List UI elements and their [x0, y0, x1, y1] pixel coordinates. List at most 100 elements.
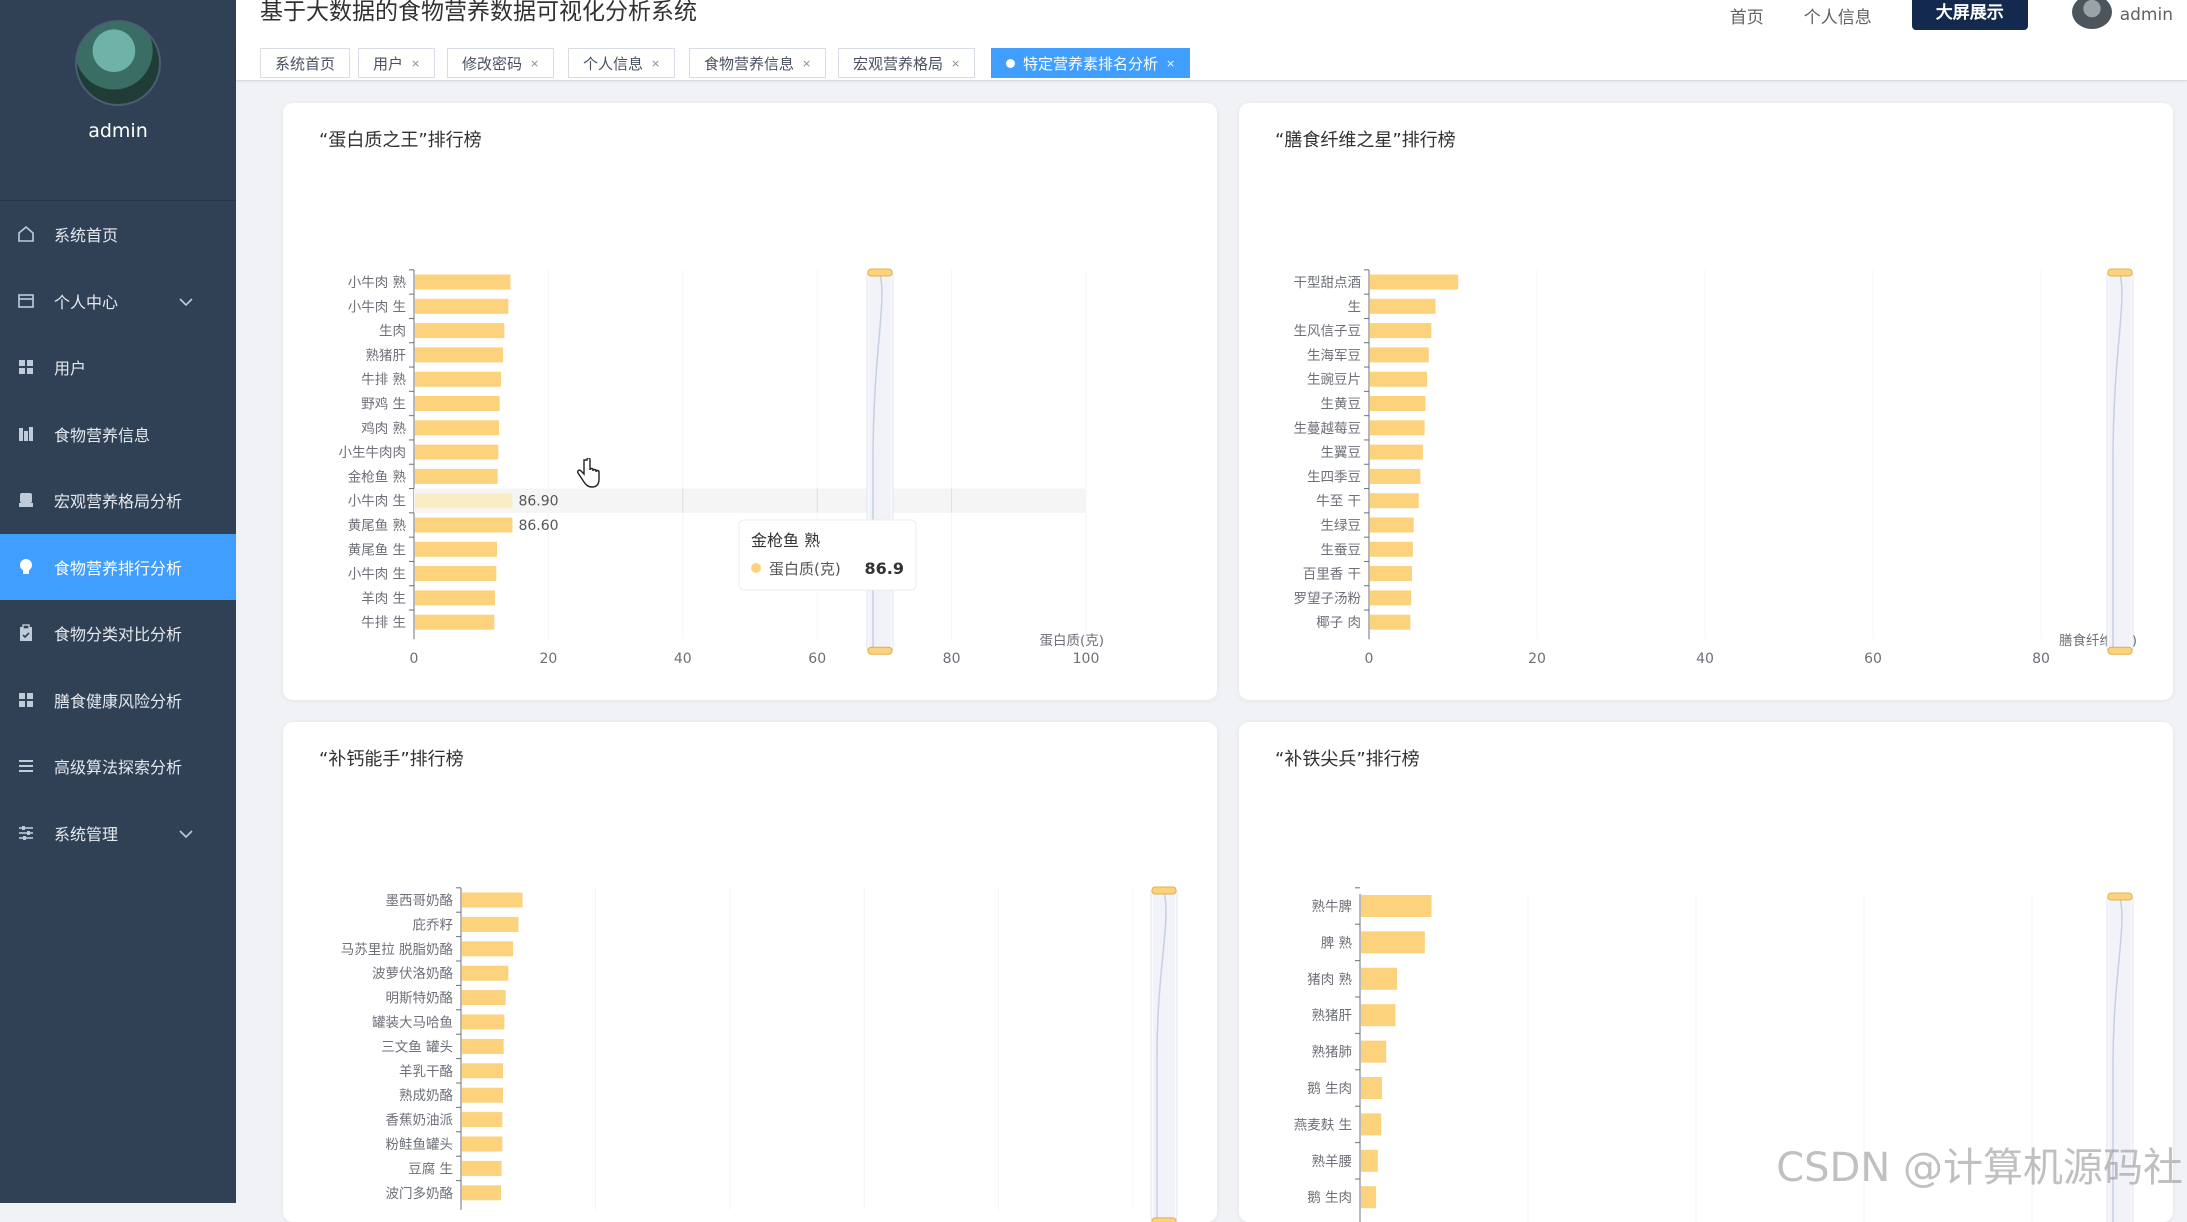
bar[interactable]	[1370, 566, 1412, 582]
sidebar-item-9[interactable]: 系统管理	[0, 800, 236, 867]
close-icon[interactable]: ×	[802, 57, 811, 70]
close-icon[interactable]: ×	[530, 57, 539, 70]
bar[interactable]	[415, 396, 500, 411]
bar[interactable]	[1361, 967, 1398, 990]
datazoom-handle[interactable]	[1151, 886, 1177, 895]
bar[interactable]	[415, 347, 504, 363]
bar[interactable]	[415, 298, 509, 314]
bar[interactable]	[415, 493, 513, 509]
category-label: 波门多奶酪	[386, 1185, 454, 1202]
bar[interactable]	[1370, 468, 1421, 484]
bar[interactable]	[415, 566, 497, 582]
bar[interactable]	[462, 1136, 503, 1152]
bar[interactable]	[1370, 444, 1423, 460]
bar[interactable]	[1370, 347, 1429, 363]
sidebar-item-5[interactable]: 食物营养排行分析	[0, 533, 236, 600]
sidebar-item-3[interactable]: 食物营养信息	[0, 401, 236, 468]
close-icon[interactable]: ×	[651, 57, 660, 70]
bar[interactable]	[462, 1038, 504, 1054]
bar[interactable]	[415, 420, 499, 436]
tag-1[interactable]: 用户 ×	[358, 48, 436, 78]
bar[interactable]	[1370, 614, 1411, 630]
datazoom-slider[interactable]	[1150, 886, 1178, 1222]
datazoom-handle[interactable]	[867, 646, 893, 655]
bar[interactable]	[462, 1087, 503, 1103]
bar[interactable]	[1370, 517, 1414, 533]
bar[interactable]	[1370, 493, 1419, 509]
bar[interactable]	[415, 590, 495, 606]
bar[interactable]	[462, 1160, 502, 1176]
bar[interactable]	[1361, 1186, 1377, 1209]
header-username[interactable]: admin	[2120, 5, 2173, 25]
tag-3[interactable]: 个人信息 ×	[568, 48, 676, 78]
datazoom-slider[interactable]	[866, 268, 894, 655]
bar[interactable]	[1361, 1004, 1396, 1027]
bar[interactable]	[1361, 1077, 1382, 1099]
datazoom-handle[interactable]	[867, 268, 893, 277]
sidebar-item-8[interactable]: 高级算法探索分析	[0, 733, 236, 800]
bar[interactable]	[415, 444, 499, 460]
sidebar-item-2[interactable]: 用户	[0, 334, 236, 401]
bar[interactable]	[415, 517, 513, 533]
bar[interactable]	[462, 941, 514, 957]
bar[interactable]	[462, 892, 523, 908]
tag-6[interactable]: 特定营养素排名分析 ×	[991, 48, 1191, 78]
bar[interactable]	[1361, 895, 1432, 917]
bar[interactable]	[1361, 1149, 1378, 1172]
close-icon[interactable]: ×	[951, 57, 960, 70]
bar[interactable]	[415, 371, 502, 387]
bar[interactable]	[1370, 298, 1436, 314]
header-link-home[interactable]: 首页	[1730, 3, 1764, 28]
bar[interactable]	[415, 468, 498, 484]
header-link-profile[interactable]: 个人信息	[1804, 3, 1872, 28]
header-avatar[interactable]	[2071, 0, 2112, 29]
bar[interactable]	[1361, 931, 1425, 954]
bar[interactable]	[462, 916, 519, 932]
tag-5[interactable]: 宏观营养格局 ×	[838, 48, 976, 78]
sidebar-item-0[interactable]: 系统首页	[0, 201, 236, 268]
bar[interactable]	[1361, 1040, 1387, 1063]
category-label: 豆腐 生	[408, 1161, 453, 1177]
sidebar-item-4[interactable]: 宏观营养格局分析	[0, 467, 236, 534]
x-tick-label: 0	[1365, 651, 1374, 667]
sidebar-item-7[interactable]: 膳食健康风险分析	[0, 667, 236, 734]
bar[interactable]	[1370, 371, 1428, 387]
bar[interactable]	[1370, 323, 1432, 339]
bar[interactable]	[1370, 541, 1413, 557]
bar[interactable]	[1370, 420, 1425, 436]
chart-title: “补铁尖兵”排行榜	[1275, 749, 1420, 770]
datazoom-handle[interactable]	[2107, 646, 2133, 655]
sidebar-item-1[interactable]: 个人中心	[0, 268, 236, 335]
bar[interactable]	[415, 614, 495, 630]
bar[interactable]	[1361, 1113, 1382, 1136]
bar[interactable]	[1370, 274, 1459, 290]
tag-2[interactable]: 修改密码 ×	[447, 48, 555, 78]
tag-0[interactable]: 系统首页	[260, 48, 351, 78]
category-label: 熟猪肝	[1312, 1008, 1353, 1024]
datazoom-slider[interactable]	[2106, 268, 2134, 655]
bar[interactable]	[462, 1185, 501, 1201]
datazoom-handle[interactable]	[2107, 892, 2133, 901]
sidebar-item-6[interactable]: 食物分类对比分析	[0, 600, 236, 667]
tag-4[interactable]: 食物营养信息 ×	[689, 48, 827, 78]
close-icon[interactable]: ×	[1166, 57, 1175, 70]
datazoom-handle[interactable]	[2107, 268, 2133, 277]
bar[interactable]	[415, 323, 505, 339]
category-label: 庇乔籽	[413, 917, 454, 933]
bar[interactable]	[462, 1014, 505, 1030]
bar[interactable]	[462, 1112, 503, 1128]
close-icon[interactable]: ×	[411, 57, 420, 70]
bar[interactable]	[462, 1063, 503, 1079]
datazoom-handle[interactable]	[1151, 1217, 1177, 1222]
bar[interactable]	[1370, 590, 1412, 606]
bar[interactable]	[415, 274, 511, 290]
category-label: 牛排 生	[361, 615, 406, 631]
avatar[interactable]	[75, 20, 161, 106]
bar[interactable]	[415, 541, 497, 557]
big-screen-button[interactable]: 大屏展示	[1911, 0, 2028, 30]
bar[interactable]	[1370, 396, 1426, 411]
bar[interactable]	[462, 965, 509, 981]
category-label: 鸡肉 熟	[361, 420, 406, 437]
bar[interactable]	[462, 990, 506, 1006]
legend-dot-icon	[751, 563, 761, 573]
